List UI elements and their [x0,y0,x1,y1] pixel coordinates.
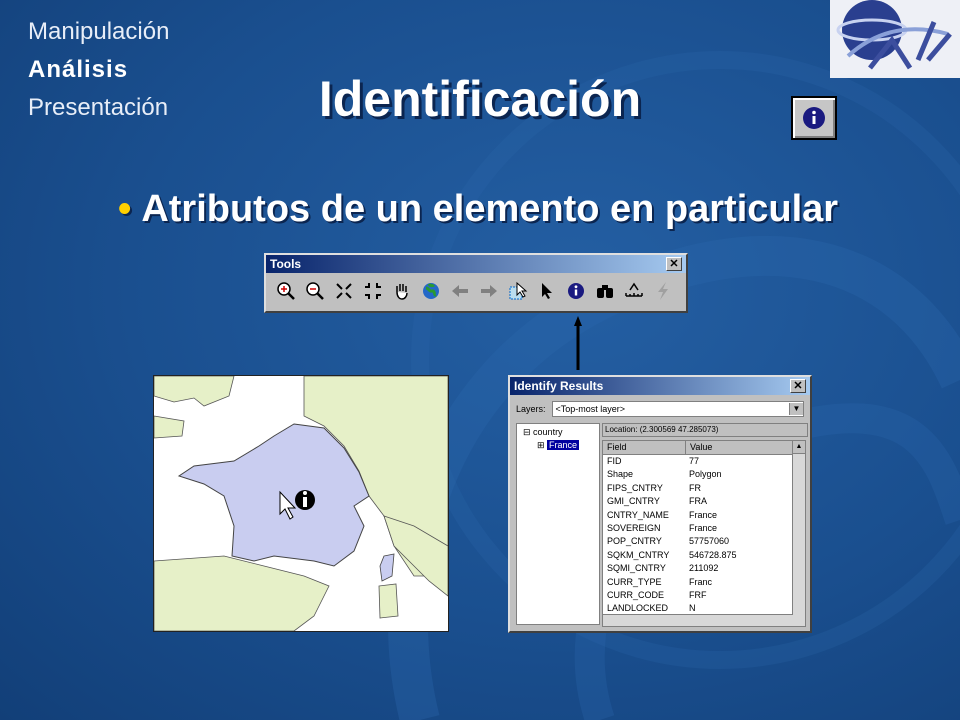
field-cell: POP_CNTRY [607,536,662,547]
field-cell: CNTRY_NAME [607,509,669,520]
value-cell: Franc [689,576,713,587]
scroll-up-icon[interactable]: ▲ [793,441,805,454]
table-row[interactable]: CURR_TYPE Franc [603,576,805,589]
chevron-down-icon[interactable]: ▼ [789,403,803,415]
value-cell: 546728.875 [689,549,737,560]
identify-results-window: Identify Results ✕ Layers: <Top-most lay… [508,375,812,633]
identify-title: Identify Results [514,379,604,393]
column-field[interactable]: Field [603,441,686,454]
field-cell: FIPS_CNTRY [607,482,663,493]
field-cell: SQKM_CNTRY [607,549,670,560]
value-cell: 77 [689,456,700,466]
horizontal-scrollbar[interactable] [603,614,793,626]
field-cell: Shape [607,469,634,480]
bullet-text: Atributos de un elemento en particular [141,188,839,230]
table-row[interactable]: SQKM_CNTRY 546728.875 [603,549,805,562]
field-cell: FID [607,456,622,466]
tools-window: Tools ✕ [264,253,688,313]
table-row[interactable]: GMI_CNTRY FRA [603,495,805,508]
identify-tool-button[interactable] [791,96,837,140]
zoom-out-icon[interactable] [303,279,326,302]
close-icon[interactable]: ✕ [666,257,682,271]
tree-node-france[interactable]: ⊞ France [517,440,599,451]
field-cell: CURR_TYPE [607,576,662,587]
tools-title: Tools [270,257,302,271]
logo-emblem-icon [830,0,960,78]
layers-dropdown[interactable]: <Top-most layer> ▼ [551,401,804,417]
attributes-table[interactable]: Field Value FID 77 Shape Polygon FIPS_CNTRY F… [602,440,806,627]
layers-row: Layers: <Top-most layer> ▼ [510,395,810,421]
tree-node-country[interactable]: ⊟ country [517,427,599,438]
layer-tree[interactable]: ⊟ country ⊞ France [516,423,600,625]
value-cell: FR [689,482,701,493]
layers-value: <Top-most layer> [555,404,626,414]
identify-titlebar[interactable]: Identify Results ✕ [510,377,810,395]
pointer-arrow [574,316,582,370]
zoom-in-icon[interactable] [274,279,297,302]
bullet-item: • Atributos de un elemento en particular [118,188,838,231]
table-row[interactable]: CNTRY_NAME France [603,509,805,522]
map-canvas[interactable] [154,376,448,631]
column-value[interactable]: Value [686,441,795,454]
bullet-dot-icon: • [118,188,132,230]
back-arrow-icon[interactable] [448,279,471,302]
field-cell: CURR_CODE [607,589,665,600]
nav-item-manipulacion[interactable]: Manipulación [28,14,169,50]
select-elements-pointer-icon[interactable] [535,279,558,302]
table-row[interactable]: SQMI_CNTRY 211092 [603,562,805,575]
identify-small-icon[interactable] [564,279,587,302]
hyperlink-lightning-icon[interactable] [651,279,674,302]
fixed-zoom-out-icon[interactable] [361,279,384,302]
location-readout: Location: (2.300569 47.285073) [602,423,808,437]
table-row[interactable]: FIPS_CNTRY FR [603,482,805,495]
field-cell: GMI_CNTRY [607,496,660,507]
forward-arrow-icon[interactable] [477,279,500,302]
tools-titlebar[interactable]: Tools ✕ [266,255,686,273]
measure-icon[interactable] [622,279,645,302]
select-features-icon[interactable] [506,279,529,302]
vertical-scrollbar[interactable]: ▲ [792,441,805,626]
tools-row [266,273,686,308]
close-icon[interactable]: ✕ [790,379,806,393]
value-cell: FRF [689,589,707,600]
fixed-zoom-in-icon[interactable] [332,279,355,302]
value-cell: France [689,509,718,520]
value-cell: 57757060 [689,536,730,547]
field-cell: SOVEREIGN [607,522,661,533]
table-header: Field Value [603,441,805,455]
table-row[interactable]: FID 77 [603,455,805,468]
logo [830,0,960,78]
table-row[interactable]: POP_CNTRY 57757060 [603,535,805,548]
identify-icon [803,107,825,129]
table-row[interactable]: CURR_CODE FRF [603,589,805,602]
value-cell: 211092 [689,563,719,574]
field-cell: SQMI_CNTRY [607,563,666,574]
pan-hand-icon[interactable] [390,279,413,302]
find-binoculars-icon[interactable] [593,279,616,302]
full-extent-globe-icon[interactable] [419,279,442,302]
table-body: FID 77 Shape Polygon FIPS_CNTRY FR GMI_CNTRY FR… [603,455,805,616]
value-cell: FRA [689,496,707,507]
table-row[interactable]: SOVEREIGN France [603,522,805,535]
table-row[interactable]: Shape Polygon [603,468,805,481]
layers-label: Layers: [516,404,546,414]
value-cell: France [689,522,718,533]
map-view[interactable] [153,375,449,632]
value-cell: Polygon [689,469,722,480]
